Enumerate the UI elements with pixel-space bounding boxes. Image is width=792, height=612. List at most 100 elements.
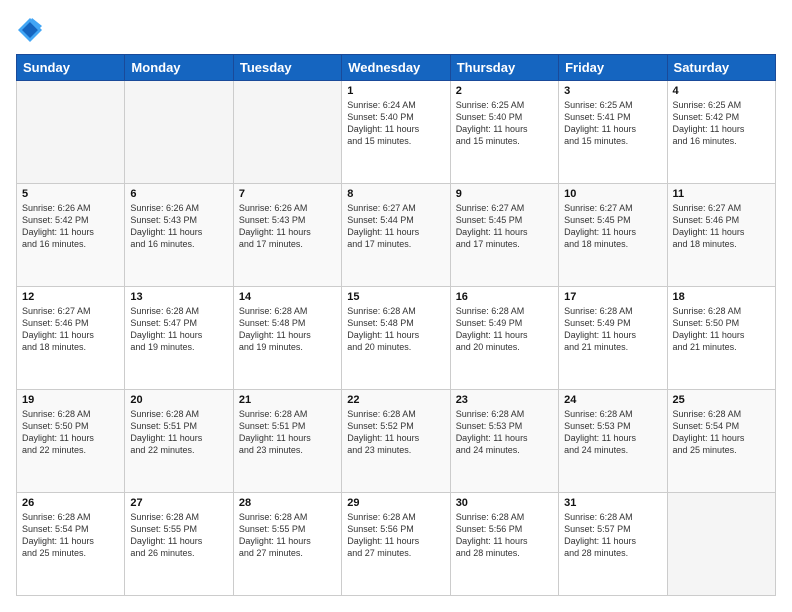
day-info: Sunrise: 6:28 AM Sunset: 5:51 PM Dayligh… — [130, 408, 227, 457]
day-number: 21 — [239, 394, 336, 406]
day-number: 29 — [347, 497, 444, 509]
calendar-week-4: 19Sunrise: 6:28 AM Sunset: 5:50 PM Dayli… — [17, 390, 776, 493]
calendar-cell: 17Sunrise: 6:28 AM Sunset: 5:49 PM Dayli… — [559, 287, 667, 390]
calendar-cell: 5 Sunrise: 6:26 AM Sunset: 5:42 PM Daylig… — [17, 184, 125, 287]
day-number: 11 — [673, 188, 770, 200]
calendar-cell: 25 Sunrise: 6:28 AM Sunset: 5:54 PM Dayli… — [667, 390, 775, 493]
calendar-cell: 4 Sunrise: 6:25 AM Sunset: 5:42 PM Daylig… — [667, 81, 775, 184]
day-info: Sunrise: 6:28 AM Sunset: 5:49 PM Dayligh… — [456, 305, 553, 354]
weekday-header-row: SundayMondayTuesdayWednesdayThursdayFrid… — [17, 55, 776, 81]
day-info: Sunrise: 6:28 AM Sunset: 5:51 PM Dayligh… — [239, 408, 336, 457]
weekday-header-sunday: Sunday — [17, 55, 125, 81]
calendar-cell: 31 Sunrise: 6:28 AM Sunset: 5:57 PM Dayli… — [559, 493, 667, 596]
day-number: 22 — [347, 394, 444, 406]
day-number: 25 — [673, 394, 770, 406]
day-number: 1 — [347, 85, 444, 97]
calendar-cell: 23 Sunrise: 6:28 AM Sunset: 5:53 PM Dayli… — [450, 390, 558, 493]
day-number: 9 — [456, 188, 553, 200]
calendar-cell: 28 Sunrise: 6:28 AM Sunset: 5:55 PM Dayli… — [233, 493, 341, 596]
day-info: Sunrise: 6:28 AM Sunset: 5:47 PM Dayligh… — [130, 305, 227, 354]
calendar-cell: 9 Sunrise: 6:27 AM Sunset: 5:45 PM Daylig… — [450, 184, 558, 287]
day-number: 3 — [564, 85, 661, 97]
day-number: 20 — [130, 394, 227, 406]
day-info: Sunrise: 6:26 AM Sunset: 5:42 PM Dayligh… — [22, 202, 119, 251]
day-number: 27 — [130, 497, 227, 509]
day-info: Sunrise: 6:28 AM Sunset: 5:53 PM Dayligh… — [456, 408, 553, 457]
day-number: 30 — [456, 497, 553, 509]
day-number: 23 — [456, 394, 553, 406]
logo-icon — [16, 16, 44, 44]
calendar-cell: 21 Sunrise: 6:28 AM Sunset: 5:51 PM Dayli… — [233, 390, 341, 493]
day-number: 24 — [564, 394, 661, 406]
day-number: 28 — [239, 497, 336, 509]
calendar-cell: 2Sunrise: 6:25 AM Sunset: 5:40 PM Daylig… — [450, 81, 558, 184]
day-number: 6 — [130, 188, 227, 200]
weekday-header-wednesday: Wednesday — [342, 55, 450, 81]
weekday-header-thursday: Thursday — [450, 55, 558, 81]
day-number: 12 — [22, 291, 119, 303]
calendar-cell: 3 Sunrise: 6:25 AM Sunset: 5:41 PM Daylig… — [559, 81, 667, 184]
day-info: Sunrise: 6:28 AM Sunset: 5:55 PM Dayligh… — [239, 511, 336, 560]
day-info: Sunrise: 6:28 AM Sunset: 5:53 PM Dayligh… — [564, 408, 661, 457]
day-number: 8 — [347, 188, 444, 200]
day-info: Sunrise: 6:27 AM Sunset: 5:46 PM Dayligh… — [673, 202, 770, 251]
calendar-cell: 11 Sunrise: 6:27 AM Sunset: 5:46 PM Dayli… — [667, 184, 775, 287]
day-number: 16 — [456, 291, 553, 303]
day-number: 4 — [673, 85, 770, 97]
page: SundayMondayTuesdayWednesdayThursdayFrid… — [0, 0, 792, 612]
day-info: Sunrise: 6:28 AM Sunset: 5:54 PM Dayligh… — [673, 408, 770, 457]
day-number: 10 — [564, 188, 661, 200]
day-number: 5 — [22, 188, 119, 200]
calendar-cell: 6 Sunrise: 6:26 AM Sunset: 5:43 PM Daylig… — [125, 184, 233, 287]
calendar-week-1: 1Sunrise: 6:24 AM Sunset: 5:40 PM Daylig… — [17, 81, 776, 184]
weekday-header-monday: Monday — [125, 55, 233, 81]
day-number: 14 — [239, 291, 336, 303]
calendar-cell: 15Sunrise: 6:28 AM Sunset: 5:48 PM Dayli… — [342, 287, 450, 390]
day-info: Sunrise: 6:27 AM Sunset: 5:45 PM Dayligh… — [564, 202, 661, 251]
day-info: Sunrise: 6:28 AM Sunset: 5:55 PM Dayligh… — [130, 511, 227, 560]
day-number: 31 — [564, 497, 661, 509]
calendar-cell: 18 Sunrise: 6:28 AM Sunset: 5:50 PM Dayli… — [667, 287, 775, 390]
day-number: 7 — [239, 188, 336, 200]
day-info: Sunrise: 6:27 AM Sunset: 5:46 PM Dayligh… — [22, 305, 119, 354]
calendar-table: SundayMondayTuesdayWednesdayThursdayFrid… — [16, 54, 776, 596]
day-info: Sunrise: 6:26 AM Sunset: 5:43 PM Dayligh… — [130, 202, 227, 251]
day-info: Sunrise: 6:28 AM Sunset: 5:56 PM Dayligh… — [456, 511, 553, 560]
day-info: Sunrise: 6:28 AM Sunset: 5:56 PM Dayligh… — [347, 511, 444, 560]
day-number: 13 — [130, 291, 227, 303]
calendar-cell: 13 Sunrise: 6:28 AM Sunset: 5:47 PM Dayli… — [125, 287, 233, 390]
calendar-cell: 29 Sunrise: 6:28 AM Sunset: 5:56 PM Dayli… — [342, 493, 450, 596]
calendar-cell: 24 Sunrise: 6:28 AM Sunset: 5:53 PM Dayli… — [559, 390, 667, 493]
day-info: Sunrise: 6:28 AM Sunset: 5:57 PM Dayligh… — [564, 511, 661, 560]
day-number: 26 — [22, 497, 119, 509]
calendar-cell: 7Sunrise: 6:26 AM Sunset: 5:43 PM Daylig… — [233, 184, 341, 287]
day-info: Sunrise: 6:27 AM Sunset: 5:44 PM Dayligh… — [347, 202, 444, 251]
calendar-cell: 30 Sunrise: 6:28 AM Sunset: 5:56 PM Dayli… — [450, 493, 558, 596]
calendar-cell: 22 Sunrise: 6:28 AM Sunset: 5:52 PM Dayli… — [342, 390, 450, 493]
calendar-cell — [667, 493, 775, 596]
day-info: Sunrise: 6:28 AM Sunset: 5:49 PM Dayligh… — [564, 305, 661, 354]
calendar-cell: 10 Sunrise: 6:27 AM Sunset: 5:45 PM Dayli… — [559, 184, 667, 287]
calendar-week-5: 26 Sunrise: 6:28 AM Sunset: 5:54 PM Dayli… — [17, 493, 776, 596]
day-info: Sunrise: 6:27 AM Sunset: 5:45 PM Dayligh… — [456, 202, 553, 251]
day-info: Sunrise: 6:28 AM Sunset: 5:54 PM Dayligh… — [22, 511, 119, 560]
calendar-cell: 26 Sunrise: 6:28 AM Sunset: 5:54 PM Dayli… — [17, 493, 125, 596]
calendar-cell: 19Sunrise: 6:28 AM Sunset: 5:50 PM Dayli… — [17, 390, 125, 493]
day-number: 18 — [673, 291, 770, 303]
calendar-cell — [125, 81, 233, 184]
calendar-cell: 1Sunrise: 6:24 AM Sunset: 5:40 PM Daylig… — [342, 81, 450, 184]
calendar-cell: 12 Sunrise: 6:27 AM Sunset: 5:46 PM Dayli… — [17, 287, 125, 390]
day-number: 19 — [22, 394, 119, 406]
calendar-week-3: 12 Sunrise: 6:27 AM Sunset: 5:46 PM Dayli… — [17, 287, 776, 390]
calendar-cell: 14Sunrise: 6:28 AM Sunset: 5:48 PM Dayli… — [233, 287, 341, 390]
logo — [16, 16, 48, 44]
calendar-cell: 27 Sunrise: 6:28 AM Sunset: 5:55 PM Dayli… — [125, 493, 233, 596]
day-number: 15 — [347, 291, 444, 303]
day-info: Sunrise: 6:28 AM Sunset: 5:50 PM Dayligh… — [673, 305, 770, 354]
day-info: Sunrise: 6:25 AM Sunset: 5:41 PM Dayligh… — [564, 99, 661, 148]
calendar-cell — [17, 81, 125, 184]
calendar-cell — [233, 81, 341, 184]
day-info: Sunrise: 6:25 AM Sunset: 5:42 PM Dayligh… — [673, 99, 770, 148]
calendar-week-2: 5 Sunrise: 6:26 AM Sunset: 5:42 PM Daylig… — [17, 184, 776, 287]
day-info: Sunrise: 6:28 AM Sunset: 5:52 PM Dayligh… — [347, 408, 444, 457]
